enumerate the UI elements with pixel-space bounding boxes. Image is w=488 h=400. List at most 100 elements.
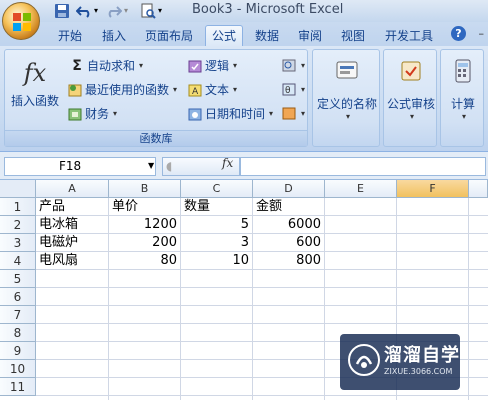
help-icon[interactable]: ? [451,26,466,41]
cell-b1[interactable]: 单价 [109,198,180,216]
print-preview-icon[interactable] [140,3,156,19]
insert-function-fx-icon[interactable]: fx [222,156,233,170]
ribbon: fx 插入函数 Σ 自动求和 ▾ 最近使用的函数 ▾ 财务 ▾ 逻辑 ▾ A 文本 ▾ 日… [0,46,488,152]
cell-c4[interactable]: 10 [181,252,252,270]
select-all-corner[interactable] [0,180,36,198]
cell-d2[interactable]: 6000 [253,216,324,234]
row-header-3[interactable]: 3 [0,234,36,252]
financial-button[interactable]: 财务 ▾ [67,105,117,122]
column-header-f[interactable]: F [397,180,469,198]
tab-developer[interactable]: 开发工具 [378,26,440,46]
defined-names-button[interactable]: 定义的名称 ▾ [315,56,379,121]
grid-line [36,287,488,288]
tab-review[interactable]: 审阅 [291,26,329,46]
tab-formulas[interactable]: 公式 [205,25,243,46]
grid-line [36,305,488,306]
function-library-label: 函数库 [5,130,307,146]
row-header-4[interactable]: 4 [0,252,36,270]
formula-bar-expand-icon[interactable]: ◖ [166,159,172,173]
row-header-10[interactable]: 10 [0,360,36,378]
row-header-6[interactable]: 6 [0,288,36,306]
cell-d1[interactable]: 金额 [253,198,324,216]
qat-customize-icon[interactable]: ▾ [158,6,162,22]
calculation-button[interactable]: 计算 ▾ [441,56,485,121]
formula-input[interactable] [240,157,486,176]
more-functions-icon [282,107,296,120]
cell-d3[interactable]: 600 [253,234,324,252]
cell-a2[interactable]: 电冰箱 [36,216,108,234]
grid-line [36,323,488,324]
fx-icon: fx [23,59,47,87]
tab-page-layout[interactable]: 页面布局 [138,26,200,46]
row-header-11[interactable]: 11 [0,378,36,396]
office-button[interactable] [2,2,40,40]
ribbon-minimize-icon[interactable]: – [479,27,485,40]
formula-auditing-group: 公式审核 ▾ [383,49,437,147]
cell-b3[interactable]: 200 [109,234,180,252]
column-header-e[interactable]: E [325,180,397,198]
redo-dropdown-icon[interactable]: ▾ [124,6,128,22]
grid-line [324,198,325,400]
title-bar: ▾ ▾ ▾ Book3 - Microsoft Excel [0,0,488,22]
cell-b4[interactable]: 80 [109,252,180,270]
logical-button[interactable]: 逻辑 ▾ [187,57,237,74]
svg-text:θ: θ [285,86,291,96]
cell-c2[interactable]: 5 [181,216,252,234]
lookup-reference-button[interactable]: ▾ [281,57,305,73]
cell-c1[interactable]: 数量 [181,198,252,216]
text-button[interactable]: A 文本 ▾ [187,81,237,98]
undo-icon[interactable] [76,3,92,19]
row-header-2[interactable]: 2 [0,216,36,234]
row-header-5[interactable]: 5 [0,270,36,288]
column-header-b[interactable]: B [109,180,181,198]
defined-names-group: 定义的名称 ▾ [312,49,380,147]
calculation-group: 计算 ▾ [440,49,484,147]
watermark-subtext: ZIXUE.3066.COM [384,367,453,376]
tab-view[interactable]: 视图 [334,26,372,46]
column-header-g[interactable] [469,180,488,198]
row-header-7[interactable]: 7 [0,306,36,324]
logical-book-icon [188,60,202,72]
row-header-8[interactable]: 8 [0,324,36,342]
column-header-d[interactable]: D [253,180,325,198]
star-book-icon [68,84,82,96]
cell-c3[interactable]: 3 [181,234,252,252]
cell-b2[interactable]: 1200 [109,216,180,234]
tab-insert[interactable]: 插入 [94,26,134,46]
name-manager-icon [336,61,358,79]
window-title: Book3 - Microsoft Excel [192,2,344,17]
cell-a1[interactable]: 产品 [36,198,108,216]
column-header-a[interactable]: A [36,180,109,198]
autosum-button[interactable]: Σ 自动求和 ▾ [69,57,143,74]
calculator-icon [455,59,471,83]
insert-function-button[interactable]: fx 插入函数 [7,58,63,109]
tab-home[interactable]: 开始 [50,26,90,46]
cell-d4[interactable]: 800 [253,252,324,270]
name-box-dropdown-icon[interactable]: ▼ [148,161,154,170]
row-header-1[interactable]: 1 [0,198,36,216]
auditing-icon [401,61,421,81]
svg-text:A: A [192,87,199,97]
recently-used-button[interactable]: 最近使用的函数 ▾ [67,81,177,98]
redo-icon[interactable] [106,3,122,19]
name-box[interactable]: F18 [4,157,156,176]
grid-line [468,198,469,400]
more-functions-button[interactable]: ▾ [281,105,305,121]
ribbon-tabs: 开始 插入 页面布局 公式 数据 审阅 视图 开发工具 [0,22,488,46]
cell-a4[interactable]: 电风扇 [36,252,108,270]
sigma-icon: Σ [72,57,82,74]
undo-dropdown-icon[interactable]: ▾ [94,6,98,22]
row-header-9[interactable]: 9 [0,342,36,360]
column-header-c[interactable]: C [181,180,253,198]
grid-line [36,395,488,396]
text-book-icon: A [188,84,202,97]
math-trig-button[interactable]: θ ▾ [281,81,305,97]
watermark: 溜溜自学 ZIXUE.3066.COM [340,334,460,390]
financial-book-icon [68,108,82,120]
cell-a3[interactable]: 电磁炉 [36,234,108,252]
tab-data[interactable]: 数据 [248,26,286,46]
save-icon[interactable] [54,3,70,19]
date-time-book-icon [188,108,202,120]
date-time-button[interactable]: 日期和时间 ▾ [187,105,273,122]
formula-auditing-button[interactable]: 公式审核 ▾ [384,56,438,121]
